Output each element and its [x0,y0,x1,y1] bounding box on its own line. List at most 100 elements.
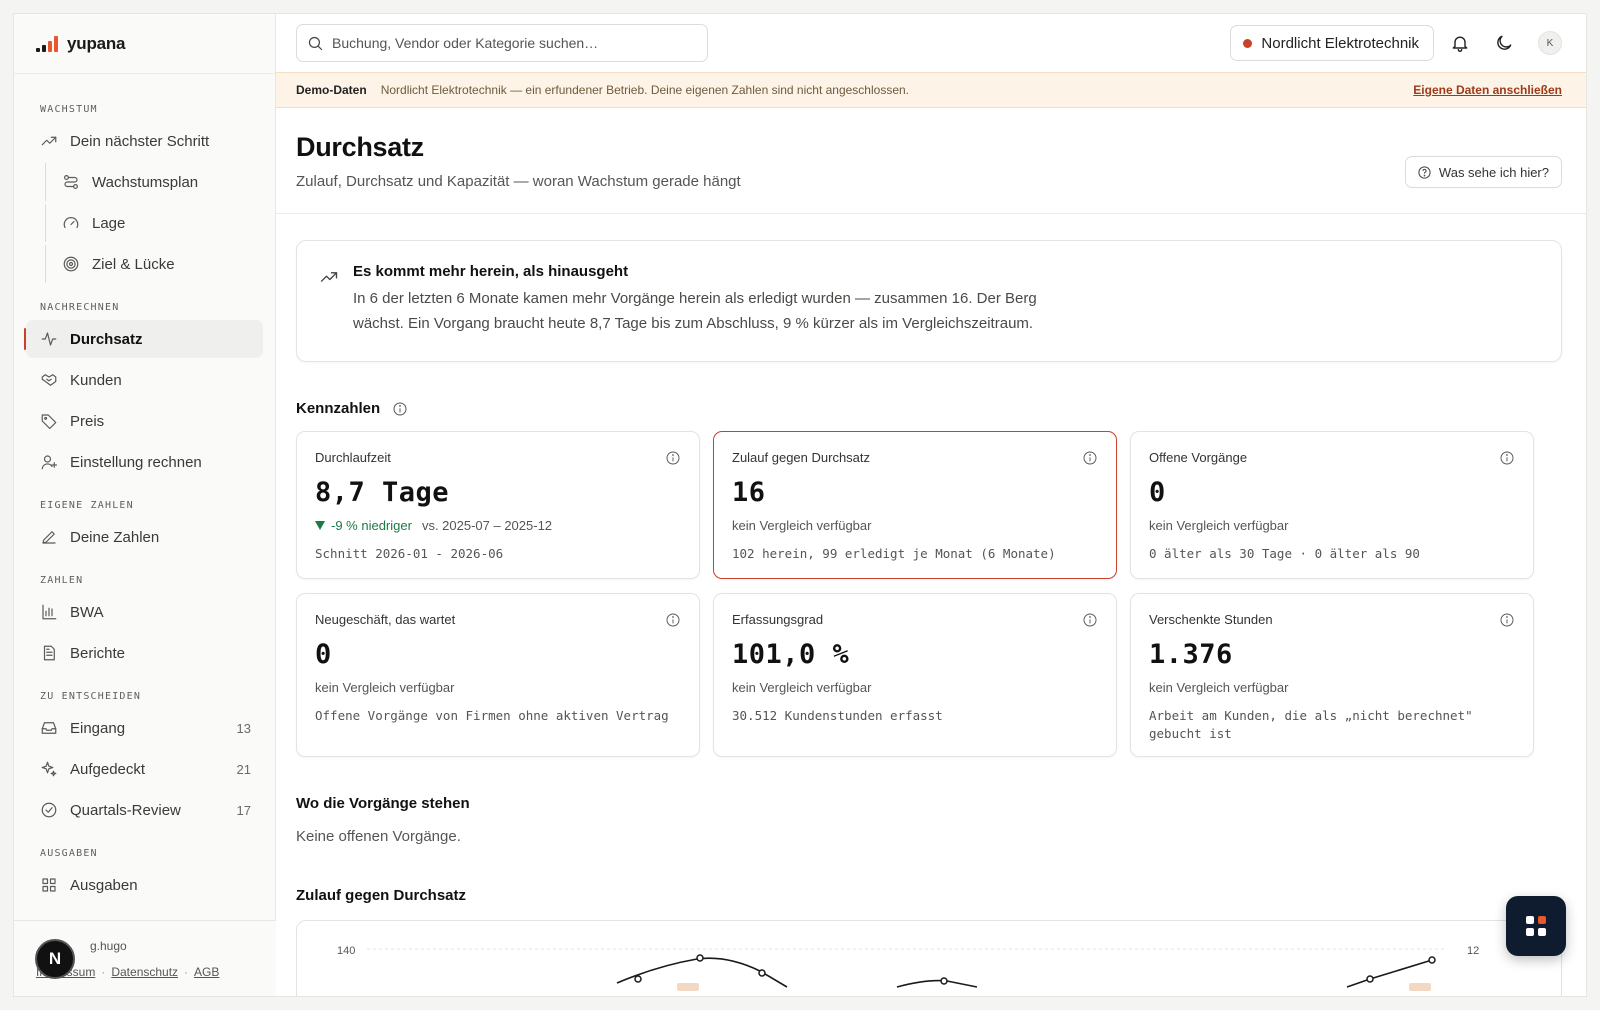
sidebar-item-preis[interactable]: Preis [26,402,263,440]
fab-square [1526,916,1534,924]
info-icon[interactable] [1499,612,1515,628]
brand-logo-icon [36,35,58,52]
sidebar-item-label: Dein nächster Schritt [70,132,210,150]
page-content: Es kommt mehr herein, als hinausgeht In … [276,214,1586,996]
help-button[interactable]: Was sehe ich hier? [1404,156,1562,188]
status-section-text: Keine offenen Vorgänge. [296,828,461,845]
page-header: Durchsatz Zulauf, Durchsatz und Kapazitä… [276,108,1586,214]
sidebar-item-label: Preis [70,412,105,430]
sidebar-item-count: 21 [236,761,251,777]
sidebar-item-count: 17 [236,802,251,818]
n-badge-button[interactable]: N [35,939,75,979]
sidebar-item-lage[interactable]: Lage [45,204,263,242]
kpi-section-title: Kennzahlen [296,400,1562,417]
info-icon[interactable] [665,612,681,628]
kpi-value: 1.376 [1149,639,1233,670]
sidebar-item-kunden[interactable]: Kunden [26,361,263,399]
kpi-card-verschenkte-stunden[interactable]: Verschenkte Stunden 1.376 kein Vergleich… [1130,593,1534,757]
info-icon[interactable] [1499,450,1515,466]
sidebar-item-label: Quartals-Review [70,801,181,819]
sidebar: yupana WACHSTUM Dein nächster Schritt Wa… [14,14,276,996]
sidebar-item-deine-zahlen[interactable]: Deine Zahlen [26,518,263,556]
chart-card: 140 12 [296,920,1562,996]
brand[interactable]: yupana [14,14,275,74]
info-icon[interactable] [1082,612,1098,628]
sidebar-item-wachstumsplan[interactable]: Wachstumsplan [45,163,263,201]
datenschutz-link[interactable]: Datenschutz [111,965,178,979]
sidebar-item-bwa[interactable]: BWA [26,593,263,631]
chart-section-title: Zulauf gegen Durchsatz [296,887,467,904]
kpi-label: Offene Vorgänge [1149,450,1248,465]
check-circle-icon [41,802,57,818]
sidebar-item-durchsatz[interactable]: Durchsatz [24,320,263,358]
sidebar-item-quartals-review[interactable]: Quartals-Review 17 [26,791,263,829]
sidebar-item-count: 13 [236,720,251,736]
kpi-value: 0 [1149,477,1166,508]
connect-data-link[interactable]: Eigene Daten anschließen [1413,83,1562,97]
nav-section-label: ZU ENTSCHEIDEN [40,691,142,702]
sidebar-item-label: Deine Zahlen [70,528,160,546]
company-switcher-button[interactable]: Nordlicht Elektrotechnik [1230,25,1434,61]
sidebar-item-ziel-luecke[interactable]: Ziel & Lücke [45,245,263,283]
brand-name: yupana [67,33,126,53]
help-button-label: Was sehe ich hier? [1438,164,1549,180]
sidebar-item-ausgaben[interactable]: Ausgaben [26,866,263,904]
footer-user: g.hugo [90,939,127,953]
chart-point [634,975,642,983]
route-icon [64,175,78,189]
kpi-card-durchlaufzeit[interactable]: Durchlaufzeit 8,7 Tage -9 % niedriger vs… [296,431,700,579]
sidebar-item-naechster-schritt[interactable]: Dein nächster Schritt [26,122,263,160]
kpi-note: 30.512 Kundenstunden erfasst [732,708,943,723]
page-title: Durchsatz [296,132,424,162]
bell-icon[interactable] [1450,33,1470,53]
sidebar-item-eingang[interactable]: Eingang 13 [26,709,263,747]
activity-icon [41,332,57,346]
kpi-delta: kein Vergleich verfügbar [1149,680,1289,695]
apps-grid-button[interactable] [1506,896,1566,956]
throughput-chart: 140 12 [337,945,1479,991]
kpi-card-offene-vorgaenge[interactable]: Offene Vorgänge 0 kein Vergleich verfügb… [1130,431,1534,579]
sidebar-item-aufgedeckt[interactable]: Aufgedeckt 21 [26,750,263,788]
kpi-delta: kein Vergleich verfügbar [315,680,455,695]
sidebar-item-label: Berichte [70,644,126,662]
kpi-card-zulauf-durchsatz[interactable]: Zulauf gegen Durchsatz 16 kein Vergleich… [713,431,1117,579]
kpi-card-erfassungsgrad[interactable]: Erfassungsgrad 101,0 % kein Vergleich ve… [713,593,1117,757]
chart-point [758,969,766,977]
sidebar-item-label: Kunden [70,371,122,389]
kpi-value: 101,0 % [732,639,850,670]
kpi-note: Schnitt 2026-01 - 2026-06 [315,546,504,561]
kpi-card-neugeschaeft[interactable]: Neugeschäft, das wartet 0 kein Vergleich… [296,593,700,757]
search-input[interactable]: Buchung, Vendor oder Kategorie suchen… [296,24,708,62]
nav-section-label: AUSGABEN [40,848,98,859]
sidebar-item-label: BWA [70,603,104,621]
bar-chart-icon [42,604,57,620]
sidebar-item-label: Ziel & Lücke [92,255,175,273]
help-circle-icon [1418,165,1431,179]
kpi-grid: Durchlaufzeit 8,7 Tage -9 % niedriger vs… [296,431,1562,757]
moon-icon[interactable] [1494,33,1514,53]
target-icon [63,256,79,272]
chart-marker [1409,983,1431,991]
info-icon[interactable] [392,401,408,417]
sidebar-item-label: Durchsatz [70,330,143,348]
info-icon[interactable] [1082,450,1098,466]
sidebar-item-berichte[interactable]: Berichte [26,634,263,672]
demo-banner: Demo-Daten Nordlicht Elektrotechnik — ei… [276,72,1586,108]
kpi-value: 16 [732,477,766,508]
file-text-icon [43,645,55,661]
kpi-delta: kein Vergleich verfügbar [1149,518,1289,533]
insight-title: Es kommt mehr herein, als hinausgeht [353,263,629,280]
sidebar-footer: g.hugo Impressum·Datenschutz·AGB N [14,920,276,996]
avatar[interactable]: K [1538,31,1562,55]
nav-section-label: EIGENE ZAHLEN [40,500,134,511]
kpi-note: 0 älter als 30 Tage · 0 älter als 90 [1149,546,1420,561]
kpi-label: Erfassungsgrad [732,612,824,627]
sidebar-item-einstellung-rechnen[interactable]: Einstellung rechnen [26,443,263,481]
gauge-icon [63,217,79,229]
agb-link[interactable]: AGB [194,965,219,979]
chart-point [940,977,948,985]
info-icon[interactable] [665,450,681,466]
chart-series-line [1346,959,1433,988]
banner-text: Nordlicht Elektrotechnik — ein erfundene… [380,83,909,97]
kpi-label: Neugeschäft, das wartet [315,612,456,627]
